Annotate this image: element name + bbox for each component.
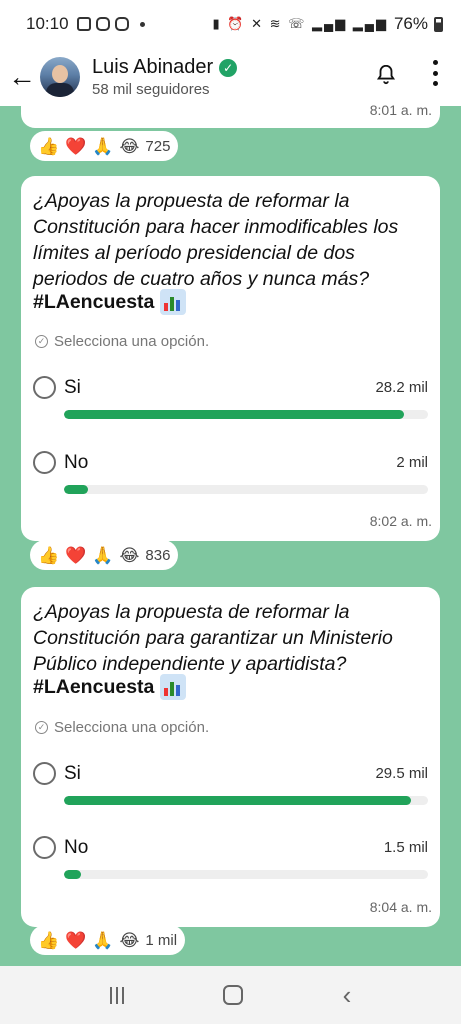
signal-icons: ▮ ⏰ ✕ ≋ ☏ ▂▄▆ ▂▄▆	[212, 16, 388, 31]
option-vote-count: 1.5 mil	[383, 839, 428, 856]
progress-fill	[64, 485, 89, 494]
option-progress-bar	[64, 870, 428, 879]
instagram-icon	[95, 17, 110, 31]
reactions-bar[interactable]: 👍 ❤️ 🙏 😂 725	[30, 131, 179, 161]
option-vote-count: 29.5 mil	[375, 765, 428, 782]
followers-count: 58 mil seguidores	[92, 81, 210, 98]
back-icon[interactable]: ‹	[343, 982, 352, 1008]
poll-hint: ✓ Selecciona una opción.	[35, 719, 209, 736]
option-label: No	[64, 837, 89, 858]
heart-icon: ❤️	[65, 930, 87, 950]
praying-hands-icon: 🙏	[92, 545, 114, 565]
message-bubble: 8:01 a. m.	[21, 98, 440, 128]
system-nav-bar: ‹	[0, 966, 461, 1024]
reactions-bar[interactable]: 👍 ❤️ 🙏 😂 1 mil	[30, 925, 186, 955]
bell-icon[interactable]	[375, 62, 397, 86]
check-circle-icon: ✓	[35, 721, 48, 734]
reactions-count: 725	[145, 137, 171, 155]
bar-chart-icon	[160, 289, 187, 315]
progress-fill	[64, 410, 404, 419]
praying-hands-icon: 🙏	[92, 136, 114, 156]
option-label: No	[64, 452, 89, 473]
instagram-icon	[114, 17, 129, 31]
recents-icon[interactable]	[109, 986, 124, 1004]
message-time: 8:02 a. m.	[369, 513, 432, 529]
option-label: Si	[64, 763, 81, 784]
radio-button[interactable]	[33, 836, 56, 859]
heart-icon: ❤️	[65, 545, 87, 565]
laughing-face-icon: 😂	[119, 136, 140, 156]
notification-icons	[76, 17, 145, 31]
poll-option-si[interactable]: Si 28.2 mil	[33, 376, 428, 436]
option-vote-count: 28.2 mil	[375, 379, 428, 396]
check-circle-icon: ✓	[35, 335, 48, 348]
radio-button[interactable]	[33, 451, 56, 474]
home-icon[interactable]	[223, 985, 244, 1005]
thumbs-up-icon: 👍	[38, 930, 60, 950]
bar-chart-icon	[160, 674, 187, 700]
radio-button[interactable]	[33, 376, 56, 399]
reactions-count: 836	[145, 546, 171, 564]
thumbs-up-icon: 👍	[38, 545, 60, 565]
message-time: 8:04 a. m.	[369, 899, 432, 915]
reactions-bar[interactable]: 👍 ❤️ 🙏 😂 836	[30, 540, 179, 570]
poll-card: ¿Apoyas la propuesta de reformar la Cons…	[21, 176, 440, 541]
status-time: 10:10	[26, 14, 69, 33]
reactions-count: 1 mil	[145, 931, 178, 949]
progress-fill	[64, 796, 411, 805]
poll-hashtag: #LAencuesta	[33, 674, 187, 700]
progress-fill	[64, 870, 82, 879]
poll-hashtag: #LAencuesta	[33, 289, 187, 315]
verified-badge-icon: ✓	[219, 58, 238, 77]
poll-question: ¿Apoyas la propuesta de reformar la Cons…	[33, 190, 399, 290]
praying-hands-icon: 🙏	[92, 930, 114, 950]
laughing-face-icon: 😂	[119, 930, 140, 950]
option-progress-bar	[64, 796, 428, 805]
poll-option-no[interactable]: No 1.5 mil	[33, 836, 428, 896]
battery-level: 76%	[393, 14, 428, 33]
battery-icon	[434, 16, 443, 32]
poll-card: ¿Apoyas la propuesta de reformar la Cons…	[21, 587, 440, 927]
option-vote-count: 2 mil	[396, 454, 428, 471]
status-bar: 10:10 ▮ ⏰ ✕ ≋ ☏ ▂▄▆ ▂▄▆ 76%	[0, 0, 461, 48]
radio-button[interactable]	[33, 762, 56, 785]
more-options-icon[interactable]	[431, 60, 439, 86]
hashtag-text: #LAencuesta	[33, 290, 155, 313]
thumbs-up-icon: 👍	[38, 136, 60, 156]
option-progress-bar	[64, 410, 428, 419]
hint-text: Selecciona una opción.	[54, 333, 210, 350]
poll-option-no[interactable]: No 2 mil	[33, 451, 428, 511]
option-progress-bar	[64, 485, 428, 494]
channel-name: Luis Abinader	[92, 56, 214, 78]
hashtag-text: #LAencuesta	[33, 675, 155, 698]
poll-option-si[interactable]: Si 29.5 mil	[33, 762, 428, 822]
back-arrow-icon[interactable]: ←	[8, 63, 38, 91]
hint-text: Selecciona una opción.	[54, 719, 210, 736]
gallery-icon	[76, 17, 91, 31]
heart-icon: ❤️	[65, 136, 87, 156]
poll-question: ¿Apoyas la propuesta de reformar la Cons…	[33, 601, 393, 675]
more-notifications-icon	[139, 21, 145, 27]
avatar[interactable]	[40, 57, 80, 97]
option-label: Si	[64, 377, 81, 398]
laughing-face-icon: 😂	[119, 545, 140, 565]
channel-info[interactable]: Luis Abinader ✓ 58 mil seguidores	[92, 56, 238, 98]
message-time: 8:01 a. m.	[369, 102, 432, 118]
poll-hint: ✓ Selecciona una opción.	[35, 333, 209, 350]
